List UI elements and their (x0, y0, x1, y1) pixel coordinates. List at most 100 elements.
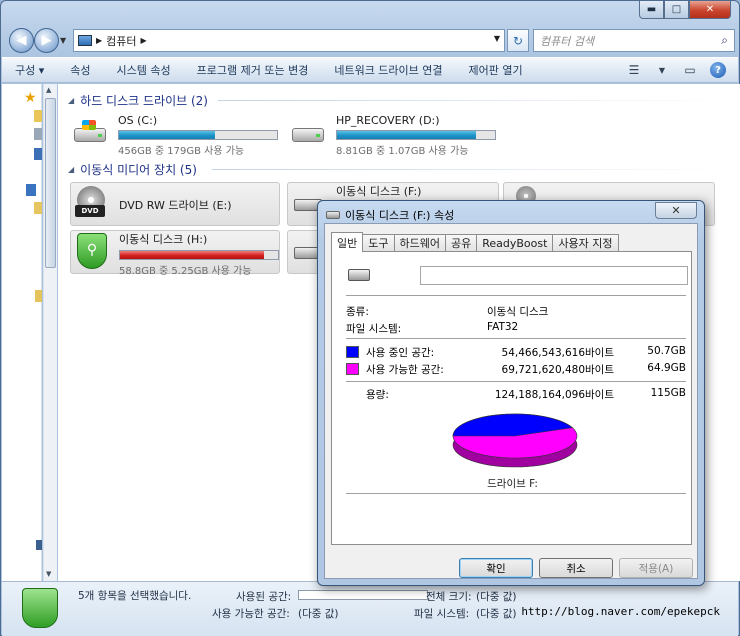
cancel-button[interactable]: 취소 (539, 558, 613, 578)
properties-dialog: 이동식 디스크 (F:) 속성 ✕ 일반 도구 하드웨어 공유 ReadyBoo… (317, 200, 705, 586)
toolbar-open-control-panel[interactable]: 제어판 열기 (456, 62, 536, 78)
toolbar-uninstall-program[interactable]: 프로그램 제거 또는 변경 (184, 62, 322, 78)
close-icon: ✕ (671, 204, 681, 217)
tab-general[interactable]: 일반 (331, 232, 364, 252)
drive-name: 이동식 디스크 (H:) (119, 233, 208, 246)
breadcrumb-computer[interactable]: 컴퓨터 (106, 33, 136, 49)
removable-drive-icon (348, 269, 370, 281)
dialog-title-bar[interactable]: 이동식 디스크 (F:) 속성 (326, 207, 454, 223)
scrollbar-thumb[interactable] (45, 98, 56, 268)
minimize-button[interactable]: ▬ (639, 1, 664, 19)
folder-icon[interactable] (34, 110, 42, 122)
used-space-size: 50.7GB (647, 345, 686, 357)
file-system-value: (다중 값) (476, 608, 517, 620)
collapse-arrow-icon[interactable]: ◢ (68, 96, 74, 105)
pie-drive-label: 드라이브 F: (487, 478, 538, 490)
forward-button[interactable]: ▶ (34, 28, 59, 53)
drive-label-input[interactable] (420, 266, 688, 285)
folder-icon[interactable] (35, 290, 42, 302)
help-icon[interactable]: ? (710, 62, 726, 78)
network-icon[interactable] (36, 540, 42, 550)
close-button[interactable]: ✕ (689, 1, 731, 19)
watermark-url: http://blog.naver.com/epekepck (521, 605, 720, 618)
search-input[interactable]: 컴퓨터 검색 ⌕ (533, 29, 735, 52)
used-space-row: 사용 중인 공간: 54,466,543,616바이트 50.7GB (346, 345, 686, 359)
drive-i[interactable] (287, 230, 322, 274)
drive-name: DVD RW 드라이브 (E:) (119, 199, 232, 212)
tab-hardware[interactable]: 하드웨어 (393, 234, 446, 251)
hard-drive-icon (288, 114, 328, 154)
desktop-icon[interactable] (34, 148, 42, 160)
drive-usage-bar (118, 130, 278, 140)
favorites-star-icon[interactable]: ★ (24, 90, 38, 106)
toolbar-system-properties[interactable]: 시스템 속성 (104, 62, 184, 78)
dialog-close-button[interactable]: ✕ (655, 202, 697, 219)
drive-name: HP_RECOVERY (D:) (336, 114, 440, 127)
computer-nav-icon[interactable] (26, 184, 36, 196)
dvd-drive-icon: DVD (71, 183, 111, 223)
drive-e[interactable]: DVD DVD RW 드라이브 (E:) (70, 182, 280, 226)
dialog-title: 이동식 디스크 (F:) 속성 (345, 209, 455, 222)
drive-space-text: 456GB 중 179GB 사용 가능 (118, 146, 245, 157)
back-button[interactable]: ◀ (9, 28, 34, 53)
toolbar-map-network-drive[interactable]: 네트워크 드라이브 연결 (321, 62, 455, 78)
tab-customize[interactable]: 사용자 지정 (552, 234, 619, 251)
group-header-hdd[interactable]: ◢ 하드 디스크 드라이브 (2) (68, 92, 208, 109)
scroll-up-icon[interactable]: ▲ (46, 86, 51, 94)
drive-d[interactable]: HP_RECOVERY (D:) 8.81GB 중 1.07GB 사용 가능 (288, 114, 498, 158)
apply-button[interactable]: 적용(A) (619, 558, 693, 578)
collapse-arrow-icon[interactable]: ◢ (68, 165, 74, 174)
library-icon[interactable] (34, 202, 42, 214)
toolbar-organize[interactable]: 구성 ▾ (2, 62, 57, 78)
address-row: ◀ ▶ ▼ ▶ 컴퓨터 ▶ ▼ ↻ 컴퓨터 검색 ⌕ (7, 28, 735, 54)
tab-sharing[interactable]: 공유 (444, 234, 478, 251)
drive-usage-fill (120, 251, 264, 259)
group-header-removable[interactable]: ◢ 이동식 미디어 장치 (5) (68, 161, 197, 178)
drive-c[interactable]: OS (C:) 456GB 중 179GB 사용 가능 (70, 114, 280, 158)
ok-button[interactable]: 확인 (459, 558, 533, 578)
used-space-bytes: 54,466,543,616바이트 (501, 347, 614, 359)
caption-buttons: ▬ □ ✕ (639, 1, 731, 19)
tab-tools[interactable]: 도구 (362, 234, 395, 251)
drive-h[interactable]: ⚲ 이동식 디스크 (H:) 58.8GB 중 5.25GB 사용 가능 (70, 230, 280, 277)
address-bar[interactable]: ▶ 컴퓨터 ▶ ▼ (73, 29, 505, 52)
recent-places-icon[interactable] (34, 128, 42, 140)
separator (346, 295, 686, 296)
refresh-icon: ↻ (512, 33, 524, 48)
capacity-row: 용량: 124,188,164,096바이트 115GB (346, 387, 686, 401)
search-icon[interactable]: ⌕ (721, 33, 728, 48)
used-space-bar (298, 590, 428, 600)
drive-usage-fill (337, 131, 477, 139)
type-value: 이동식 디스크 (487, 306, 549, 318)
command-bar: 구성 ▾ 속성 시스템 속성 프로그램 제거 또는 변경 네트워크 드라이브 연… (2, 57, 738, 83)
details-pane: 5개 항목을 선택했습니다. 사용된 공간: 사용 가능한 공간: (다중 값)… (2, 581, 738, 636)
free-space-size: 64.9GB (647, 362, 686, 374)
free-space-value: (다중 값) (298, 608, 339, 620)
free-space-row: 사용 가능한 공간: 69,721,620,480바이트 64.9GB (346, 362, 686, 376)
windows-drive-icon (70, 114, 110, 154)
navigation-scrollbar[interactable]: ▲ ▼ (43, 84, 57, 581)
type-label: 종류: (346, 306, 369, 318)
view-options-icon[interactable]: ☰ (626, 62, 642, 78)
used-space-label: 사용 중인 공간: (366, 347, 435, 359)
separator (346, 493, 686, 494)
group-title-removable: 이동식 미디어 장치 (5) (80, 163, 197, 177)
disk-usage-pie-chart (452, 413, 578, 468)
view-dropdown-icon[interactable]: ▼ (654, 62, 670, 78)
file-system-label: 파일 시스템: (414, 608, 470, 620)
breadcrumb-arrow-icon[interactable]: ▶ (96, 36, 102, 45)
scroll-down-icon[interactable]: ▼ (46, 570, 51, 578)
tab-readyboost[interactable]: ReadyBoost (476, 234, 554, 251)
address-dropdown-icon[interactable]: ▼ (494, 34, 500, 43)
dialog-tabs: 일반 도구 하드웨어 공유 ReadyBoost 사용자 지정 (331, 232, 619, 252)
drive-usage-fill (119, 131, 216, 139)
refresh-button[interactable]: ↻ (507, 29, 529, 52)
breadcrumb-arrow-icon[interactable]: ▶ (141, 36, 147, 45)
toolbar-properties[interactable]: 속성 (57, 62, 103, 78)
recent-pages-dropdown[interactable]: ▼ (60, 36, 66, 45)
toolbar-right: ☰ ▼ ▭ ? (626, 62, 726, 78)
capacity-size: 115GB (650, 387, 686, 399)
preview-pane-icon[interactable]: ▭ (682, 62, 698, 78)
maximize-button[interactable]: □ (664, 1, 689, 19)
arrow-left-icon: ◀ (16, 33, 27, 48)
